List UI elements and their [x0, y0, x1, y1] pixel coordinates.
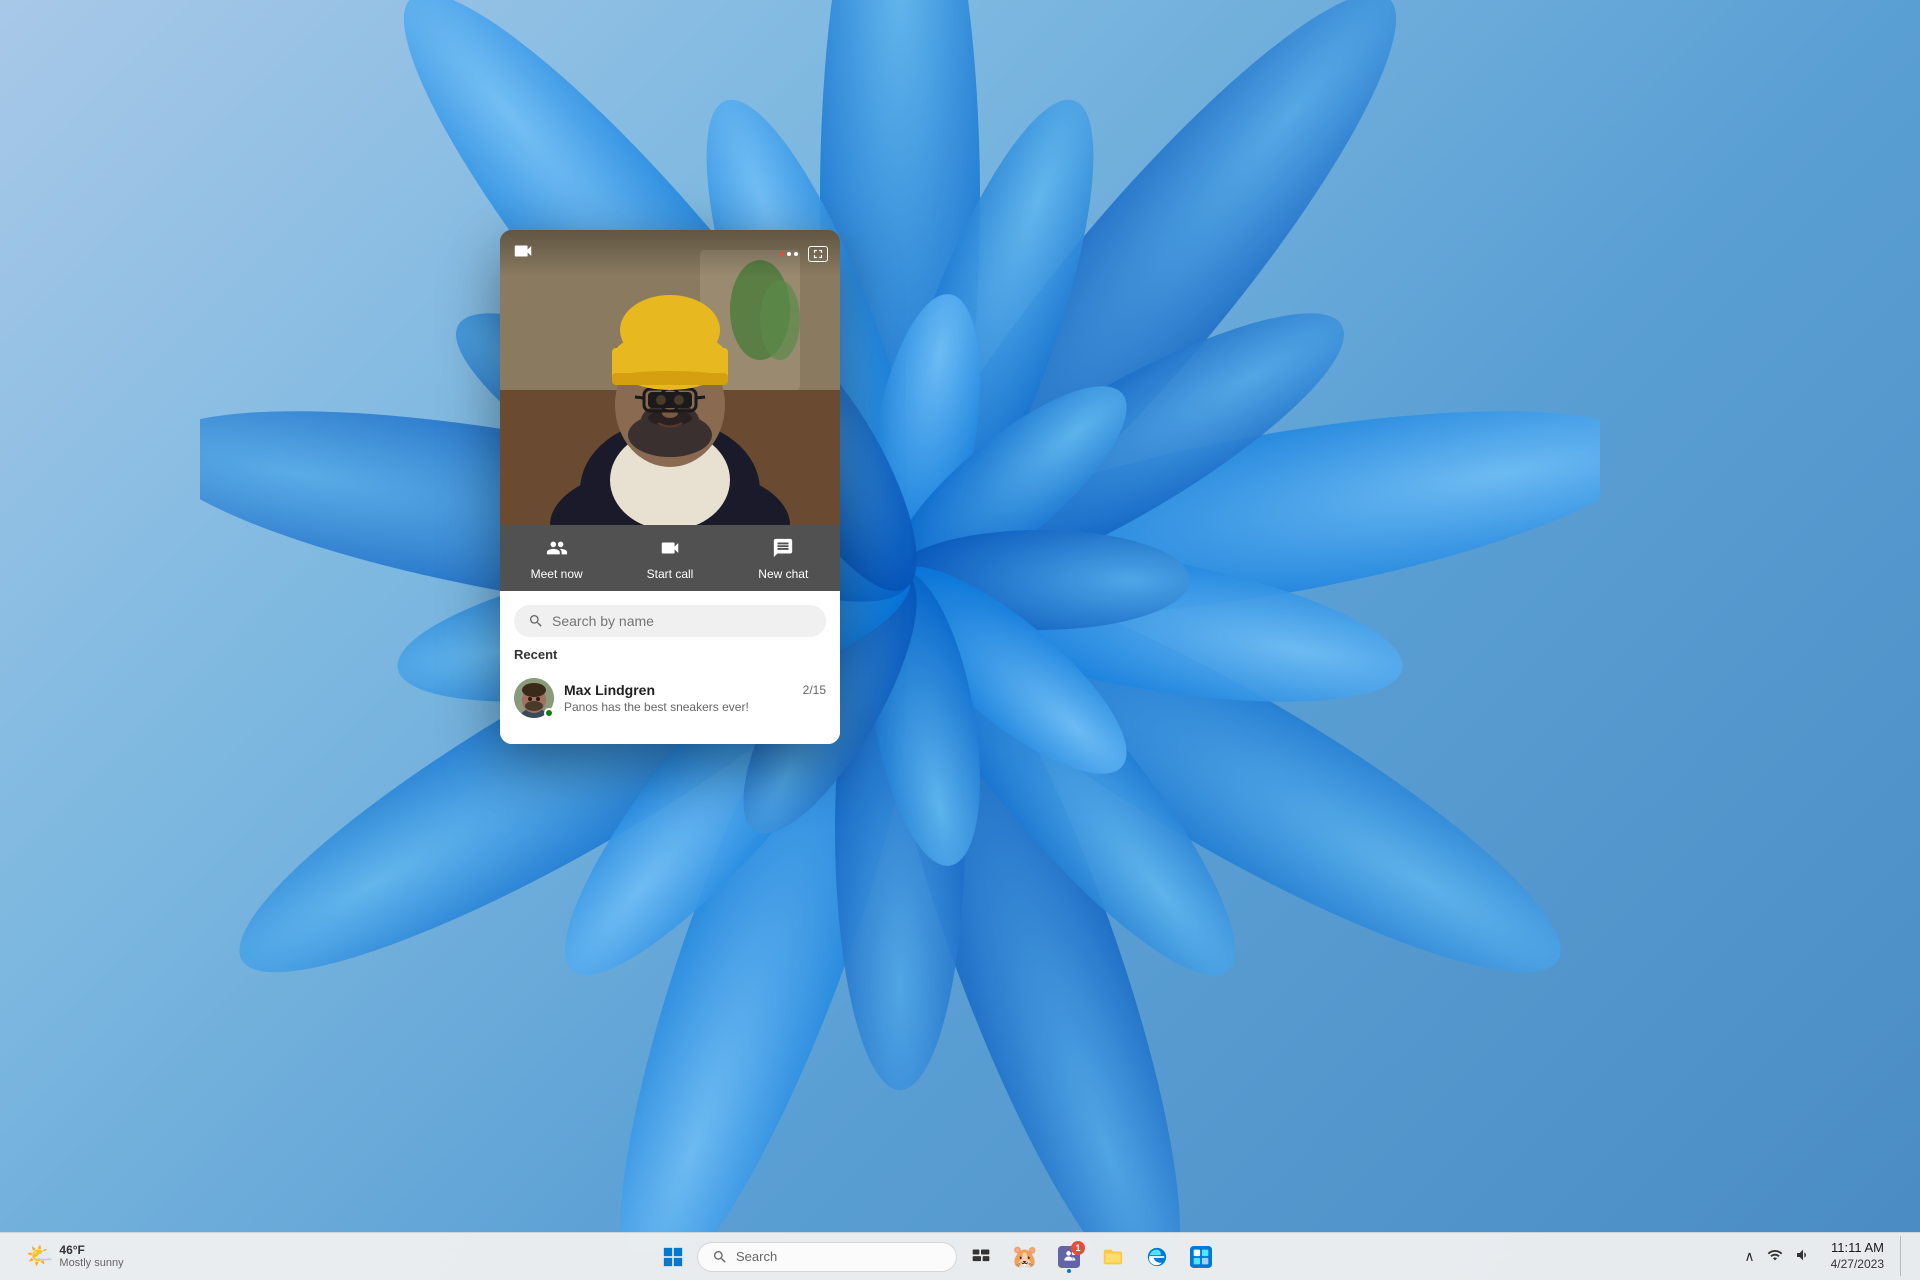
taskbar-app-explorer[interactable] — [1093, 1237, 1133, 1277]
clock-time: 11:11 AM — [1831, 1240, 1884, 1257]
video-area — [500, 230, 840, 525]
search-input[interactable] — [552, 613, 812, 629]
taskbar-search-text: Search — [736, 1249, 777, 1264]
taskbar-search-icon — [712, 1249, 728, 1265]
online-status — [544, 708, 554, 718]
contact-date: 2/15 — [803, 683, 826, 697]
taskbar-right: ∧ 11:11 AM 4/27/2023 — [1740, 1236, 1904, 1276]
search-area — [500, 591, 840, 647]
teams-badge: 1 — [1071, 1241, 1085, 1255]
taskbar-app-edge[interactable] — [1137, 1237, 1177, 1277]
contact-info: Max Lindgren 2/15 Panos has the best sne… — [564, 682, 826, 714]
meet-now-button[interactable]: Meet now — [500, 525, 613, 591]
windows-logo-icon — [663, 1247, 683, 1267]
taskview-icon — [971, 1247, 991, 1267]
expand-icon[interactable] — [808, 246, 828, 262]
video-overlay — [500, 230, 840, 277]
meet-now-icon — [546, 537, 568, 563]
contact-name: Max Lindgren — [564, 682, 655, 698]
edge-icon — [1146, 1246, 1168, 1268]
weather-widget[interactable]: 🌤️ 46°F Mostly sunny — [16, 1239, 134, 1275]
camera-icon — [512, 240, 534, 267]
taskbar-left: 🌤️ 46°F Mostly sunny — [16, 1239, 134, 1275]
store-icon — [1190, 1246, 1212, 1268]
video-controls-right — [780, 246, 828, 262]
start-call-label: Start call — [647, 567, 694, 581]
system-tray: ∧ — [1740, 1243, 1814, 1270]
new-chat-icon — [772, 537, 794, 563]
taskbar-app-taskview[interactable] — [961, 1237, 1001, 1277]
start-call-icon — [659, 537, 681, 563]
show-desktop-button[interactable] — [1900, 1236, 1904, 1276]
new-chat-label: New chat — [758, 567, 808, 581]
contact-avatar-wrapper — [514, 678, 554, 718]
clock-date: 4/27/2023 — [1831, 1257, 1884, 1273]
start-call-button[interactable]: Start call — [613, 525, 726, 591]
action-bar: Meet now Start call New chat — [500, 525, 840, 591]
wifi-icon[interactable] — [1763, 1243, 1787, 1270]
taskbar-app-store[interactable] — [1181, 1237, 1221, 1277]
search-icon — [528, 613, 544, 629]
taskbar-search[interactable]: Search — [697, 1242, 957, 1272]
weather-icon: 🌤️ — [26, 1243, 53, 1269]
recent-label: Recent — [514, 647, 826, 662]
start-button[interactable] — [653, 1237, 693, 1277]
taskbar: 🌤️ 46°F Mostly sunny — [0, 1232, 1920, 1280]
wallpaper — [200, 0, 1600, 1250]
contact-message: Panos has the best sneakers ever! — [564, 700, 826, 714]
custom-app-icon: 🐹 — [1011, 1244, 1038, 1270]
contact-name-row: Max Lindgren 2/15 — [564, 682, 826, 698]
teams-popup: Meet now Start call New chat — [500, 230, 840, 744]
taskbar-app-teams[interactable]: 1 — [1049, 1237, 1089, 1277]
taskbar-center: Search 🐹 — [134, 1237, 1741, 1277]
taskbar-app-custom[interactable]: 🐹 — [1005, 1237, 1045, 1277]
file-explorer-icon — [1102, 1246, 1124, 1268]
teams-active-dot — [1067, 1269, 1071, 1273]
contact-item[interactable]: Max Lindgren 2/15 Panos has the best sne… — [514, 672, 826, 724]
meet-now-label: Meet now — [531, 567, 583, 581]
weather-info: 46°F Mostly sunny — [59, 1243, 123, 1271]
weather-temp: 46°F — [59, 1243, 123, 1257]
search-box[interactable] — [514, 605, 826, 637]
clock-area[interactable]: 11:11 AM 4/27/2023 — [1823, 1236, 1892, 1276]
weather-description: Mostly sunny — [59, 1257, 123, 1270]
more-options-icon[interactable] — [780, 252, 798, 256]
desktop: Meet now Start call New chat — [0, 0, 1920, 1280]
show-hidden-icons[interactable]: ∧ — [1740, 1244, 1758, 1269]
volume-icon[interactable] — [1791, 1243, 1815, 1270]
recent-section: Recent — [500, 647, 840, 744]
new-chat-button[interactable]: New chat — [727, 525, 840, 591]
